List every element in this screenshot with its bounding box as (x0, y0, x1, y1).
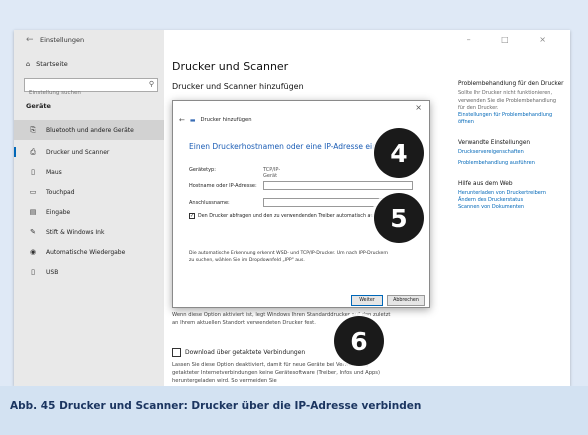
metered-download-label: Download über getaktete Verbindungen (185, 349, 306, 356)
scan-documents-link[interactable]: Scannen von Dokumenten (458, 204, 564, 211)
search-input[interactable] (25, 87, 143, 99)
sidebar-item-label: Bluetooth und andere Geräte (46, 126, 134, 134)
usb-icon: ▯ (31, 268, 35, 276)
sidebar-item-input[interactable]: ▤ Eingabe (14, 202, 164, 222)
sidebar-item-usb[interactable]: ▯ USB (14, 262, 164, 282)
device-type-value[interactable]: TCP/IP-Gerät (263, 167, 280, 179)
section-title: Drucker und Scanner hinzufügen (172, 82, 304, 91)
sidebar-item-home[interactable]: ⌂ Startseite (26, 60, 68, 68)
callout-4: 4 (374, 128, 424, 178)
window-controls[interactable]: – □ × (467, 35, 560, 44)
auto-detect-info: Die automatische Erkennung erkennt WSD- … (189, 251, 389, 263)
printer-status-link[interactable]: Ändern des Druckerstatus (458, 197, 564, 204)
auto-driver-option[interactable]: ✓ Den Drucker abfragen und den zu verwen… (189, 213, 393, 219)
metered-download-checkbox[interactable] (172, 348, 181, 357)
home-icon: ⌂ (26, 60, 31, 68)
next-button[interactable]: Weiter (351, 295, 383, 306)
dialog-header-label: Drucker hinzufügen (200, 117, 252, 123)
callout-5: 5 (374, 193, 424, 243)
callout-6: 6 (334, 316, 384, 366)
port-label: Anschlussname: (189, 200, 230, 206)
settings-search[interactable]: ⚲ (24, 78, 158, 99)
cancel-button[interactable]: Abbrechen (387, 295, 425, 306)
keyboard-icon: ▤ (29, 208, 37, 216)
troubleshoot-text: Sollte Ihr Drucker nicht funktionieren, … (458, 90, 557, 111)
sidebar-item-label: Automatische Wiedergabe (46, 248, 126, 256)
device-type-label: Gerätetyp: (189, 167, 216, 173)
mouse-icon: ▯ (31, 168, 35, 176)
touchpad-icon: ▭ (29, 188, 37, 196)
sidebar-item-label: USB (46, 268, 59, 276)
dialog-header: ← ▬ Drucker hinzufügen (179, 116, 252, 124)
sidebar-item-mouse[interactable]: ▯ Maus (14, 162, 164, 182)
sidebar-item-label: Stift & Windows Ink (46, 228, 105, 236)
sidebar-item-printers[interactable]: ⎙ Drucker und Scanner (14, 142, 164, 162)
home-label: Startseite (36, 60, 68, 68)
related-heading: Verwandte Einstellungen (458, 139, 531, 146)
sidebar-item-pen[interactable]: ✎ Stift & Windows Ink (14, 222, 164, 242)
autoplay-icon: ◉ (29, 248, 37, 256)
web-help-heading: Hilfe aus dem Web (458, 180, 513, 187)
sidebar-group-label: Geräte (26, 102, 51, 110)
auto-driver-label: Den Drucker abfragen und den zu verwende… (198, 213, 394, 219)
sidebar-item-autoplay[interactable]: ◉ Automatische Wiedergabe (14, 242, 164, 262)
print-server-link[interactable]: Druckservereigenschaften (458, 149, 564, 156)
dialog-title: Einen Druckerhostnamen oder eine IP-Adre… (189, 142, 401, 151)
related-panel: Problembehandlung für den Drucker Sollte… (458, 80, 564, 224)
troubleshoot-link[interactable]: Einstellungen für Problembehandlung öffn… (458, 112, 564, 127)
page-title: Drucker und Scanner (172, 60, 289, 73)
bluetooth-icon: ⎘ (30, 125, 36, 134)
sidebar-item-label: Drucker und Scanner (46, 148, 110, 156)
back-arrow-icon[interactable]: ← (179, 116, 185, 124)
sidebar-item-bluetooth[interactable]: ⎘ Bluetooth und andere Geräte (14, 120, 164, 140)
sidebar-item-label: Maus (46, 168, 62, 176)
title-bar: ← Einstellungen – □ × (14, 30, 570, 52)
auto-driver-checkbox[interactable]: ✓ (189, 213, 195, 219)
sidebar-item-touchpad[interactable]: ▭ Touchpad (14, 182, 164, 202)
printer-icon: ▬ (189, 116, 196, 124)
metered-download-option[interactable]: Download über getaktete Verbindungen (172, 348, 305, 357)
close-icon[interactable]: × (415, 103, 422, 112)
troubleshoot-heading: Problembehandlung für den Drucker (458, 81, 564, 87)
sidebar-item-label: Touchpad (46, 188, 75, 196)
sidebar-item-label: Eingabe (46, 208, 71, 216)
search-icon[interactable]: ⚲ (149, 80, 154, 88)
host-label: Hostname oder IP-Adresse: (189, 183, 257, 189)
printer-icon: ⎙ (30, 147, 36, 156)
window-title: Einstellungen (40, 36, 85, 44)
back-arrow-icon[interactable]: ← (26, 35, 34, 45)
host-input[interactable] (263, 181, 413, 190)
pen-icon: ✎ (30, 228, 36, 236)
figure-caption: Abb. 45 Drucker und Scanner: Drucker übe… (10, 400, 422, 412)
run-troubleshooter-link[interactable]: Problembehandlung ausführen (458, 160, 564, 167)
